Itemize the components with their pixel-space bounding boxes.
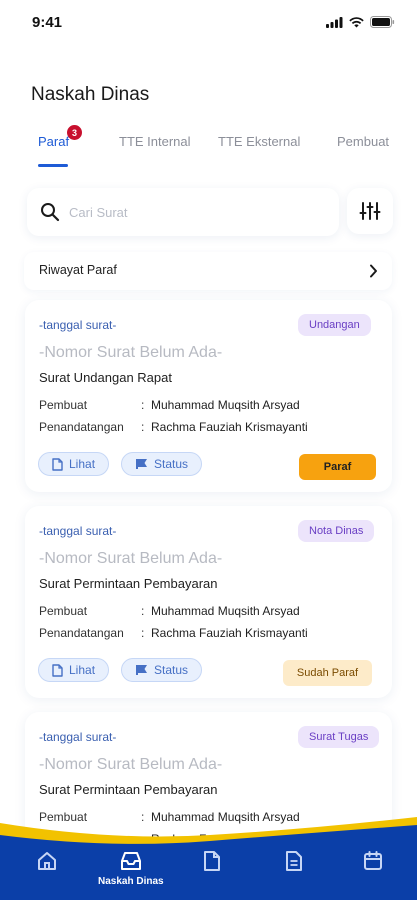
tab-label: TTE Internal: [119, 134, 191, 149]
signer-name: Rachma Fauziah Krismayanti: [151, 420, 308, 434]
letter-subject: Surat Permintaan Pembayaran: [39, 576, 218, 591]
tab-tte-internal[interactable]: TTE Internal: [119, 134, 191, 149]
search-icon: [41, 203, 60, 222]
battery-icon: [370, 16, 395, 28]
paraf-button[interactable]: Paraf: [299, 454, 376, 480]
paraf-done-badge: Sudah Paraf: [283, 660, 372, 686]
document-list-icon: [286, 851, 302, 871]
signer-colon: :: [141, 420, 145, 434]
signal-icon: [326, 16, 343, 28]
card-date: -tanggal surat-: [39, 730, 117, 744]
letter-subject: Surat Undangan Rapat: [39, 370, 172, 385]
filter-button[interactable]: [347, 188, 393, 234]
status-bar: 9:41: [0, 0, 417, 44]
search-input[interactable]: [69, 200, 319, 224]
nav-naskah-dinas[interactable]: Naskah Dinas: [98, 850, 164, 887]
status-icons: [326, 16, 395, 28]
document-icon: [52, 663, 63, 677]
creator-label: Pembuat: [39, 604, 88, 618]
card-date: -tanggal surat-: [39, 524, 117, 538]
nav-label: Naskah Dinas: [98, 876, 164, 887]
status-button-label: Status: [154, 457, 189, 471]
document-icon: [52, 457, 63, 471]
tab-tte-eksternal[interactable]: TTE Eksternal: [218, 134, 300, 149]
calendar-icon: [364, 851, 382, 870]
signer-colon: :: [141, 626, 145, 640]
nav-document[interactable]: [202, 850, 222, 872]
letter-type-badge: Nota Dinas: [298, 520, 375, 542]
active-tab-indicator: [38, 164, 68, 167]
tab-paraf-count-badge: 3: [67, 125, 82, 140]
creator-label: Pembuat: [39, 398, 88, 412]
letter-number: -Nomor Surat Belum Ada-: [39, 756, 223, 773]
tab-bar: Paraf 3 TTE Internal TTE Eksternal Pembu…: [0, 125, 417, 170]
letter-card[interactable]: -tanggal surat- Undangan -Nomor Surat Be…: [25, 300, 392, 492]
signer-name: Rachma Fauziah Krismayanti: [151, 626, 308, 640]
flag-icon: [136, 665, 147, 675]
letter-card[interactable]: -tanggal surat- Nota Dinas -Nomor Surat …: [25, 506, 392, 698]
tab-label: Pembuat: [337, 134, 390, 149]
chevron-right-icon: [370, 264, 377, 278]
letter-number: -Nomor Surat Belum Ada-: [39, 344, 223, 361]
bottom-nav: Naskah Dinas: [0, 830, 417, 900]
letter-type-badge: Surat Tugas: [298, 726, 380, 748]
tab-label: TTE Eksternal: [218, 134, 301, 149]
flag-icon: [136, 459, 147, 469]
status-time: 9:41: [32, 14, 63, 31]
card-date: -tanggal surat-: [39, 318, 117, 332]
tab-paraf[interactable]: Paraf: [38, 134, 69, 149]
signer-label: Penandatangan: [39, 420, 124, 434]
home-icon: [38, 852, 56, 870]
creator-colon: :: [141, 604, 145, 618]
history-row[interactable]: Riwayat Paraf: [24, 252, 392, 290]
creator-name: Muhammad Muqsith Arsyad: [151, 398, 300, 412]
nav-calendar[interactable]: [362, 850, 384, 872]
document-icon: [204, 851, 220, 871]
filter-sliders-icon: [359, 202, 381, 220]
search-box: [27, 188, 339, 236]
nav-home[interactable]: [36, 850, 58, 872]
page-title: Naskah Dinas: [31, 84, 150, 105]
status-button[interactable]: Status: [121, 658, 203, 682]
view-button[interactable]: Lihat: [38, 452, 110, 476]
wifi-icon: [349, 16, 364, 27]
view-button-label: Lihat: [69, 663, 96, 677]
creator-colon: :: [141, 398, 145, 412]
inbox-icon: [120, 852, 141, 870]
status-button[interactable]: Status: [121, 452, 203, 476]
tab-label: Paraf: [38, 134, 70, 149]
status-button-label: Status: [154, 663, 189, 677]
letter-type-badge: Undangan: [298, 314, 371, 336]
tab-pembuat[interactable]: Pembuat: [337, 134, 389, 149]
nav-document-list[interactable]: [284, 850, 304, 872]
view-button[interactable]: Lihat: [38, 658, 110, 682]
view-button-label: Lihat: [69, 457, 96, 471]
history-label: Riwayat Paraf: [39, 263, 117, 277]
letter-subject: Surat Permintaan Pembayaran: [39, 782, 218, 797]
letter-number: -Nomor Surat Belum Ada-: [39, 550, 223, 567]
signer-label: Penandatangan: [39, 626, 124, 640]
creator-name: Muhammad Muqsith Arsyad: [151, 604, 300, 618]
